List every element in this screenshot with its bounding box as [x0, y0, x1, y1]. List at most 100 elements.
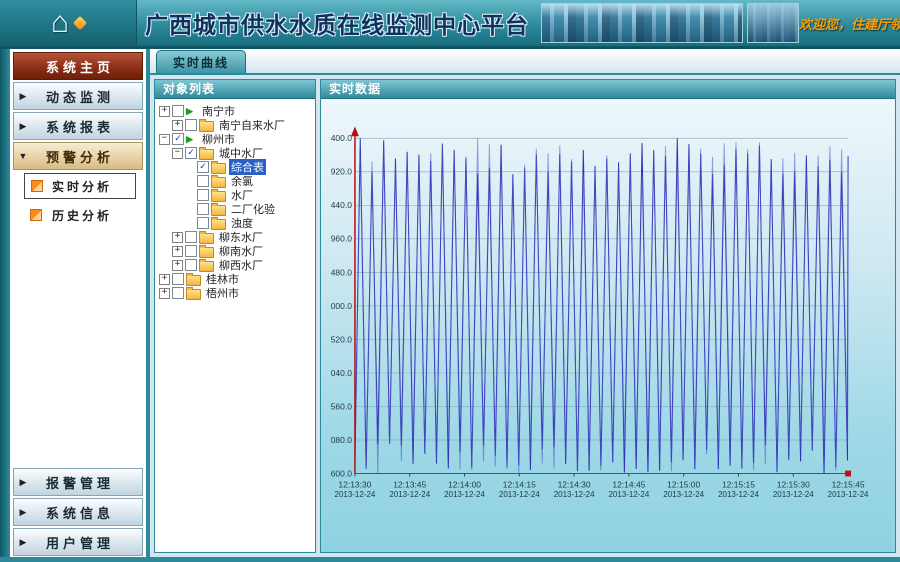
expand-icon[interactable]: + — [159, 274, 170, 285]
tree-node[interactable]: +柳西水厂 — [157, 258, 313, 272]
logo: ⌂ — [0, 0, 137, 46]
y-tick-label: 400.0 — [331, 133, 353, 143]
folder-icon — [199, 261, 214, 272]
x-tick-time: 12:14:45 — [612, 479, 645, 489]
expand-icon[interactable]: + — [172, 120, 183, 131]
folder-icon — [211, 191, 226, 202]
page-title: 广西城市供水水质在线监测中心平台 — [145, 6, 529, 40]
sidebar-item-history-analysis[interactable]: 历史分析 — [24, 203, 136, 227]
spark-icon — [73, 16, 87, 30]
tree-node[interactable]: +▶南宁市 — [157, 104, 313, 118]
tree-checkbox[interactable] — [185, 231, 197, 243]
tree-checkbox[interactable]: ✓ — [172, 133, 184, 145]
x-tick-time: 12:14:00 — [448, 479, 481, 489]
arrow-right-icon: ▶ — [14, 91, 32, 102]
realtime-data-panel-title: 实时数据 — [321, 80, 895, 99]
arrow-right-icon: ▶ — [14, 537, 32, 548]
expand-icon[interactable]: + — [159, 106, 170, 117]
tree-node[interactable]: 浊度 — [157, 216, 313, 230]
tree-node[interactable]: 余氯 — [157, 174, 313, 188]
content-area: 实时曲线 对象列表 +▶南宁市+南宁自来水厂−✓▶柳州市−✓城中水厂✓综合表余氯… — [150, 49, 900, 557]
sidebar-item-user-management[interactable]: ▶ 用户管理 — [13, 528, 143, 556]
series-end-marker — [845, 471, 851, 477]
tree-checkbox[interactable] — [185, 245, 197, 257]
tree-checkbox[interactable] — [197, 203, 209, 215]
folder-icon — [199, 149, 214, 160]
tree-checkbox[interactable]: ✓ — [185, 147, 197, 159]
sidebar-item-system-info[interactable]: ▶ 系统信息 — [13, 498, 143, 526]
tab-realtime-curve[interactable]: 实时曲线 — [156, 50, 246, 73]
x-tick-date: 2013-12-24 — [773, 490, 814, 499]
folder-icon — [199, 233, 214, 244]
x-tick-time: 12:15:15 — [722, 479, 755, 489]
x-tick-time: 12:15:30 — [777, 479, 810, 489]
sidebar-subitem-label: 历史分析 — [50, 207, 114, 224]
orange-bullet-icon — [30, 209, 42, 221]
sidebar-item-warning-analysis[interactable]: ▼ 预警分析 — [13, 142, 143, 170]
tree-checkbox[interactable]: ✓ — [197, 161, 209, 173]
x-tick-date: 2013-12-24 — [828, 490, 869, 499]
tree-checkbox[interactable] — [172, 105, 184, 117]
sidebar-item-system-reports[interactable]: ▶ 系统报表 — [13, 112, 143, 140]
tree-node[interactable]: + 梧州市 — [157, 286, 313, 300]
tree-checkbox[interactable] — [185, 259, 197, 271]
city-arrow-icon: ▶ — [186, 134, 198, 145]
x-tick-date: 2013-12-24 — [554, 490, 595, 499]
tree-checkbox[interactable] — [197, 175, 209, 187]
tree-node[interactable]: 二厂化验 — [157, 202, 313, 216]
welcome-text: 欢迎您，住建厅领导 — [799, 14, 900, 33]
tree-node[interactable]: −✓城中水厂 — [157, 146, 313, 160]
sidebar-item-realtime-analysis[interactable]: 实时分析 — [24, 173, 136, 199]
panels-row: 对象列表 +▶南宁市+南宁自来水厂−✓▶柳州市−✓城中水厂✓综合表余氯水厂二厂化… — [150, 75, 900, 557]
app-window: ⌂ 广西城市供水水质在线监测中心平台 欢迎您，住建厅领导 ▶ 系统主页 ▶ 动态… — [0, 0, 900, 562]
realtime-data-panel: 实时数据 400.0920.0440.0960.0480.0000.0520.0… — [320, 79, 896, 553]
arrow-right-icon: ▶ — [14, 121, 32, 132]
house-logo-icon: ⌂ — [51, 8, 69, 38]
expand-icon[interactable]: + — [172, 246, 183, 257]
x-tick-time: 12:15:00 — [667, 479, 700, 489]
x-tick-date: 2013-12-24 — [499, 490, 540, 499]
cityscape-image — [541, 3, 743, 43]
y-axis-arrow — [351, 126, 359, 136]
expand-icon[interactable]: + — [159, 288, 170, 299]
tree-checkbox[interactable] — [197, 217, 209, 229]
header-bar: ⌂ 广西城市供水水质在线监测中心平台 欢迎您，住建厅领导 — [0, 0, 900, 49]
y-tick-label: 480.0 — [331, 267, 353, 277]
tree-checkbox[interactable] — [172, 273, 184, 285]
x-tick-date: 2013-12-24 — [718, 490, 759, 499]
sidebar-menu: ▶ 系统主页 ▶ 动态监测 ▶ 系统报表 ▼ 预警分析 实时分析 — [10, 49, 146, 557]
expand-icon[interactable]: + — [172, 260, 183, 271]
tree-checkbox[interactable] — [197, 189, 209, 201]
city-arrow-icon: ▶ — [186, 106, 198, 117]
y-tick-label: 920.0 — [331, 167, 353, 177]
object-list-panel: 对象列表 +▶南宁市+南宁自来水厂−✓▶柳州市−✓城中水厂✓综合表余氯水厂二厂化… — [154, 79, 316, 553]
collapse-icon[interactable]: − — [159, 134, 170, 145]
arrow-right-icon: ▶ — [14, 477, 32, 488]
y-tick-label: 080.0 — [331, 435, 353, 445]
sidebar: ▶ 系统主页 ▶ 动态监测 ▶ 系统报表 ▼ 预警分析 实时分析 — [0, 49, 150, 557]
x-tick-time: 12:14:15 — [503, 479, 536, 489]
expand-icon[interactable]: + — [172, 232, 183, 243]
collapse-icon[interactable]: − — [172, 148, 183, 159]
tree-node[interactable]: +柳南水厂 — [157, 244, 313, 258]
tree-node[interactable]: +柳东水厂 — [157, 230, 313, 244]
tree-checkbox[interactable] — [172, 287, 184, 299]
x-tick-time: 12:14:30 — [558, 479, 591, 489]
tree-node[interactable]: 水厂 — [157, 188, 313, 202]
folder-icon — [186, 275, 201, 286]
sidebar-item-home[interactable]: ▶ 系统主页 — [13, 52, 143, 80]
tree-node[interactable]: ✓综合表 — [157, 160, 313, 174]
cityscape-image-small — [747, 3, 799, 43]
sidebar-item-label: 预警分析 — [32, 147, 128, 166]
sidebar-accent-strip — [0, 49, 10, 557]
tree-node[interactable]: +南宁自来水厂 — [157, 118, 313, 132]
tree-node[interactable]: +桂林市 — [157, 272, 313, 286]
tree-node-label[interactable]: 梧州市 — [204, 285, 241, 301]
sidebar-item-dynamic-monitoring[interactable]: ▶ 动态监测 — [13, 82, 143, 110]
tree-checkbox[interactable] — [185, 119, 197, 131]
x-tick-time: 12:13:45 — [393, 479, 426, 489]
tree-node[interactable]: −✓▶柳州市 — [157, 132, 313, 146]
arrow-right-icon: ▶ — [14, 507, 32, 518]
y-tick-label: 520.0 — [331, 334, 353, 344]
sidebar-item-alarm-management[interactable]: ▶ 报警管理 — [13, 468, 143, 496]
